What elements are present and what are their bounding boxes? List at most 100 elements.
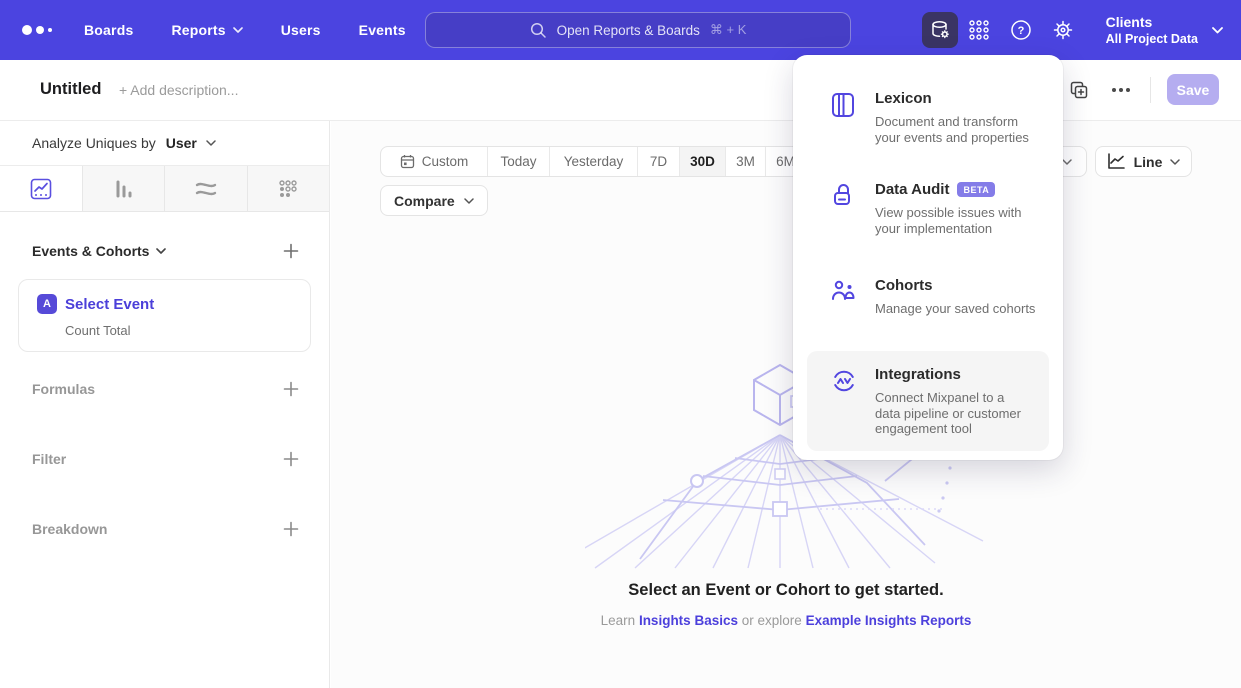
- more-options-button[interactable]: [1100, 88, 1142, 92]
- lexicon-book-icon: [831, 92, 855, 118]
- save-button[interactable]: Save: [1167, 74, 1219, 105]
- menu-item-description: Document and transform your events and p…: [875, 114, 1045, 145]
- help-button[interactable]: ?: [1000, 19, 1042, 41]
- compare-button[interactable]: Compare: [380, 185, 488, 216]
- formulas-label: Formulas: [32, 381, 95, 397]
- tab-bar-chart[interactable]: [82, 166, 165, 211]
- count-total-selector[interactable]: Count Total: [65, 323, 294, 338]
- org-name: Clients: [1106, 14, 1198, 31]
- plus-icon: [283, 521, 299, 537]
- filter-section: Filter: [0, 444, 329, 474]
- chevron-down-icon[interactable]: [206, 140, 216, 146]
- menu-item-title: Data Audit: [875, 181, 949, 198]
- report-title[interactable]: Untitled: [40, 80, 101, 99]
- tab-metrics[interactable]: [247, 166, 330, 211]
- chart-type-label: Line: [1134, 154, 1163, 170]
- select-event-button[interactable]: Select Event: [65, 296, 154, 313]
- filter-label: Filter: [32, 451, 66, 467]
- menu-item-integrations[interactable]: Integrations Connect Mixpanel to a data …: [807, 351, 1049, 451]
- breakdown-section: Breakdown: [0, 514, 329, 544]
- chevron-down-icon: [1212, 27, 1223, 34]
- search-placeholder: Open Reports & Boards: [557, 23, 700, 38]
- date-range-3m[interactable]: 3M: [725, 147, 765, 176]
- mixpanel-app: Boards Reports Users Events Open Reports…: [0, 0, 1241, 688]
- subtitle-middle: or explore: [742, 613, 802, 628]
- add-breakdown-button[interactable]: [283, 521, 299, 537]
- date-range-custom[interactable]: Custom: [381, 147, 487, 176]
- project-selector[interactable]: Clients All Project Data: [1106, 14, 1223, 47]
- integrations-sync-icon: [831, 368, 857, 394]
- duplicate-button[interactable]: [1058, 80, 1100, 100]
- example-reports-link[interactable]: Example Insights Reports: [806, 613, 972, 628]
- line-chart-icon: [1107, 153, 1126, 170]
- ellipsis-icon: [1112, 88, 1130, 92]
- header-divider: [1150, 77, 1151, 103]
- subtitle-prefix: Learn: [601, 613, 636, 628]
- menu-item-description: Manage your saved cohorts: [875, 301, 1045, 317]
- nav-reports[interactable]: Reports: [171, 22, 242, 38]
- compare-label: Compare: [394, 193, 455, 209]
- events-cohorts-label: Events & Cohorts: [32, 243, 149, 259]
- database-gear-icon: [928, 18, 952, 42]
- line-chart-tab-icon: [30, 178, 52, 200]
- data-management-menu: Lexicon Document and transform your even…: [793, 55, 1063, 460]
- tab-insights-line[interactable]: [0, 166, 82, 211]
- chevron-down-icon: [1170, 159, 1180, 165]
- global-search[interactable]: Open Reports & Boards ⌘ + K: [425, 12, 851, 48]
- menu-item-description: Connect Mixpanel to a data pipeline or c…: [875, 390, 1031, 437]
- svg-text:?: ?: [1017, 25, 1024, 37]
- add-event-button[interactable]: [283, 243, 299, 259]
- cohorts-people-icon: [831, 279, 857, 303]
- project-name: All Project Data: [1106, 31, 1198, 47]
- add-description-field[interactable]: + Add description...: [119, 82, 238, 98]
- nav-events[interactable]: Events: [359, 22, 406, 38]
- formulas-section: Formulas: [0, 374, 329, 404]
- nav-users[interactable]: Users: [281, 22, 321, 38]
- menu-item-cohorts[interactable]: Cohorts Manage your saved cohorts: [831, 277, 1045, 317]
- bar-chart-tab-icon: [112, 178, 134, 200]
- empty-state-title: Select an Event or Cohort to get started…: [331, 581, 1241, 600]
- plus-icon: [283, 381, 299, 397]
- menu-item-data-audit[interactable]: Data Audit BETA View possible issues wit…: [831, 181, 1045, 236]
- add-formula-button[interactable]: [283, 381, 299, 397]
- date-range-7d[interactable]: 7D: [637, 147, 679, 176]
- chevron-down-icon: [1062, 159, 1072, 165]
- menu-item-title: Cohorts: [875, 277, 933, 294]
- help-icon: ?: [1010, 19, 1032, 41]
- nav-reports-label: Reports: [171, 22, 225, 38]
- chevron-down-icon: [464, 198, 474, 204]
- menu-item-description: View possible issues with your implement…: [875, 205, 1045, 236]
- apps-grid-icon: [968, 19, 990, 41]
- analyze-label: Analyze Uniques by: [32, 135, 156, 151]
- events-cohorts-toggle[interactable]: Events & Cohorts: [32, 243, 166, 259]
- empty-state-subtitle: Learn Insights Basics or explore Example…: [331, 613, 1241, 628]
- insights-basics-link[interactable]: Insights Basics: [639, 613, 738, 628]
- search-icon: [530, 22, 547, 39]
- beta-badge: BETA: [957, 182, 995, 197]
- settings-button[interactable]: [1042, 19, 1084, 41]
- menu-item-lexicon[interactable]: Lexicon Document and transform your even…: [831, 90, 1045, 145]
- plus-icon: [283, 243, 299, 259]
- date-range-30d[interactable]: 30D: [679, 147, 725, 176]
- apps-grid-button[interactable]: [958, 19, 1000, 41]
- nav-boards[interactable]: Boards: [84, 22, 133, 38]
- plus-icon: [283, 451, 299, 467]
- mixpanel-logo[interactable]: [22, 25, 62, 35]
- chart-type-button[interactable]: Line: [1095, 146, 1192, 177]
- date-range-yesterday[interactable]: Yesterday: [549, 147, 637, 176]
- analyze-value-dropdown[interactable]: User: [166, 135, 197, 151]
- date-range-label: Custom: [422, 154, 469, 169]
- data-audit-icon: [831, 183, 855, 209]
- tab-flow-chart[interactable]: [164, 166, 247, 211]
- gear-icon: [1052, 19, 1074, 41]
- event-row-card[interactable]: A Select Event Count Total: [18, 279, 311, 352]
- events-cohorts-header: Events & Cohorts: [0, 243, 329, 259]
- data-management-button[interactable]: [922, 12, 958, 48]
- chart-type-tabs: [0, 166, 329, 212]
- metrics-tab-icon: [277, 178, 299, 200]
- report-canvas: Custom Today Yesterday 7D 30D 3M 6M Comp…: [331, 121, 1241, 688]
- menu-item-title: Lexicon: [875, 90, 932, 107]
- date-range-today[interactable]: Today: [487, 147, 549, 176]
- add-filter-button[interactable]: [283, 451, 299, 467]
- flow-tab-icon: [194, 178, 218, 200]
